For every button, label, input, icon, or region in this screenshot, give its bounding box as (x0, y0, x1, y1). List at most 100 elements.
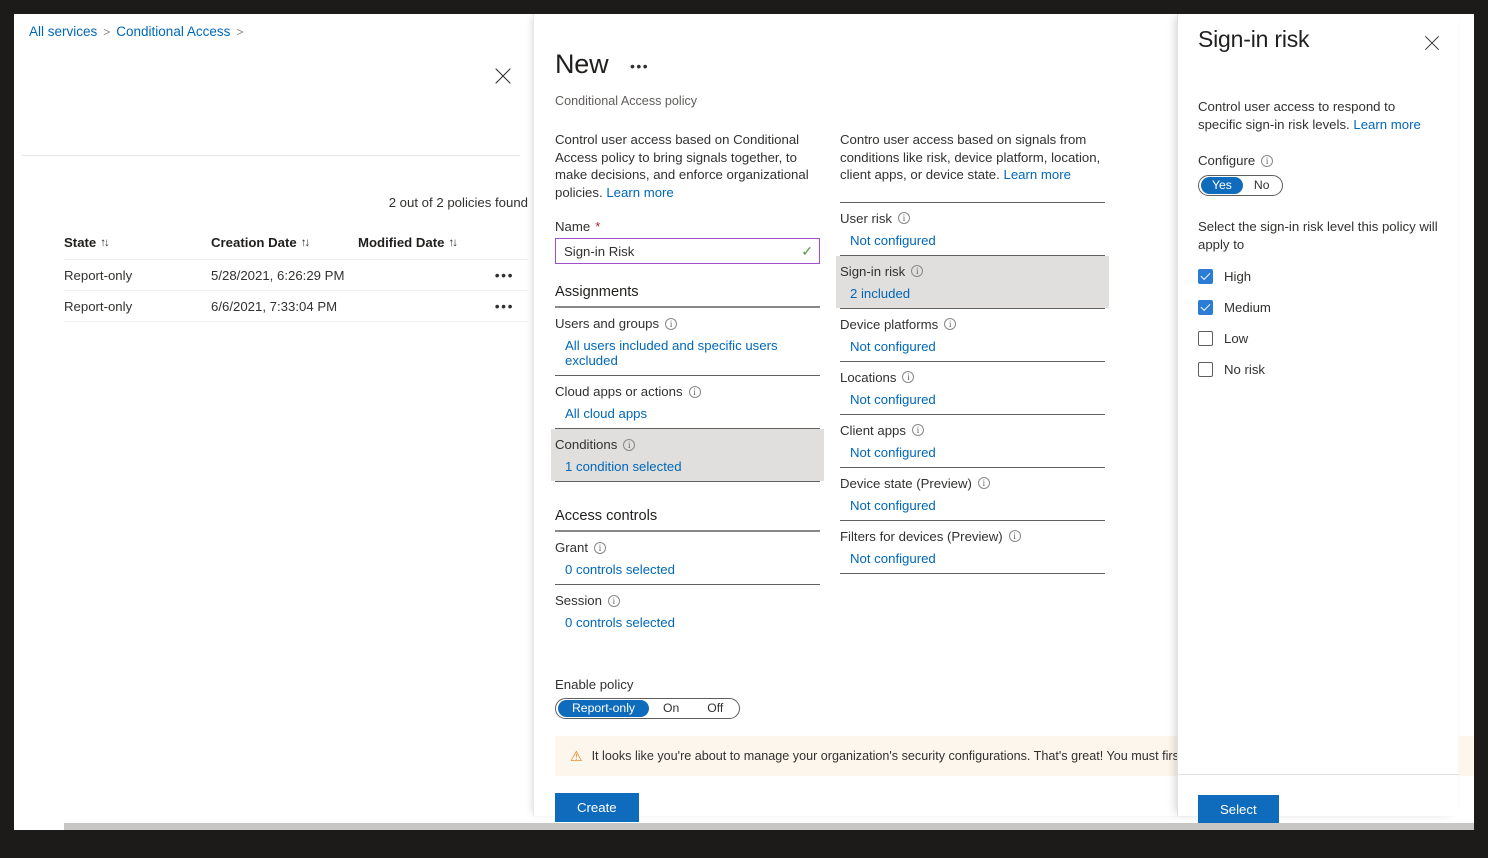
sign-in-risk-panel-body: Control user access to respond to specif… (1198, 98, 1438, 377)
conditions-learn-more-link[interactable]: Learn more (1003, 167, 1070, 182)
info-icon[interactable]: i (898, 212, 911, 224)
risk-level-medium[interactable]: Medium (1198, 300, 1438, 315)
name-input-wrapper[interactable]: ✓ (555, 238, 820, 264)
access-control-session[interactable]: Session i 0 controls selected (555, 585, 820, 637)
cell-state: Report-only (64, 267, 133, 283)
condition-label-row: Device platforms i (840, 317, 1105, 332)
column-header-state[interactable]: State ↑↓ (64, 235, 211, 250)
assignment-label: Conditions (555, 437, 618, 452)
cell-creation-date: 5/28/2021, 6:26:29 PM (211, 267, 345, 283)
valid-check-icon: ✓ (801, 243, 813, 259)
condition-device-state[interactable]: Device state (Preview) i Not configured (840, 468, 1105, 520)
configure-option-no[interactable]: No (1243, 177, 1281, 194)
conditions-description: Contro user access based on signals from… (840, 131, 1105, 184)
configure-label: Configure (1198, 153, 1256, 168)
access-control-value[interactable]: 0 controls selected (555, 555, 820, 578)
assignment-value[interactable]: All cloud apps (555, 399, 820, 422)
assignment-label-row: Cloud apps or actions i (555, 384, 820, 399)
condition-label-row: User risk i (840, 211, 1105, 226)
select-button[interactable]: Select (1198, 795, 1279, 824)
assignment-value[interactable]: 1 condition selected (555, 452, 820, 475)
cell-state: Report-only (64, 298, 133, 314)
learn-more-link[interactable]: Learn more (1353, 117, 1420, 132)
name-input[interactable] (564, 243, 802, 259)
enable-policy-section: Enable policy Report-only On Off (555, 677, 1195, 719)
table-row[interactable]: Report-only 5/28/2021, 6:26:29 PM ••• (64, 260, 528, 291)
row-context-menu-icon[interactable]: ••• (495, 267, 528, 283)
condition-label-row: Device state (Preview) i (840, 476, 1105, 491)
info-icon[interactable]: i (977, 477, 990, 489)
info-icon[interactable]: i (911, 424, 924, 436)
info-icon[interactable]: i (688, 385, 701, 398)
checkbox-no-risk[interactable] (1198, 362, 1213, 377)
condition-label: Filters for devices (Preview) (840, 528, 1003, 544)
condition-value[interactable]: Not configured (840, 544, 1105, 567)
enable-option-off[interactable]: Off (693, 700, 737, 717)
info-icon[interactable]: i (607, 594, 620, 607)
enable-policy-toggle[interactable]: Report-only On Off (555, 698, 741, 719)
info-icon[interactable]: i (665, 317, 678, 330)
close-icon[interactable] (492, 65, 514, 87)
condition-value[interactable]: 2 included (840, 279, 1105, 302)
warning-icon: ⚠ (570, 748, 583, 764)
breadcrumb-item-conditional-access[interactable]: Conditional Access (116, 24, 230, 39)
table-row[interactable]: Report-only 6/6/2021, 7:33:04 PM ••• (64, 291, 528, 322)
create-button[interactable]: Create (555, 793, 639, 822)
column-header-creation-date[interactable]: Creation Date ↑↓ (211, 235, 358, 250)
condition-value[interactable]: Not configured (840, 385, 1105, 408)
assignments-column: Control user access based on Conditional… (551, 131, 824, 637)
info-icon[interactable]: i (623, 438, 636, 451)
condition-value[interactable]: Not configured (840, 491, 1105, 514)
table-header-row: State ↑↓ Creation Date ↑↓ Modified Date … (64, 226, 528, 260)
azure-portal-window: All services > Conditional Access > 2 ou… (14, 14, 1474, 830)
checkbox-low[interactable] (1198, 331, 1213, 346)
breadcrumb-separator-icon-2: > (236, 24, 244, 39)
condition-label: Locations (840, 369, 897, 385)
page-title: New (555, 49, 609, 79)
condition-user-risk[interactable]: User risk i Not configured (840, 203, 1105, 255)
assignment-conditions[interactable]: Conditions i 1 condition selected (551, 429, 824, 481)
condition-value[interactable]: Not configured (840, 438, 1105, 461)
info-icon[interactable]: i (1008, 530, 1021, 542)
assignment-value[interactable]: All users included and specific users ex… (555, 331, 820, 369)
checkbox-medium[interactable] (1198, 300, 1213, 315)
risk-level-low[interactable]: Low (1198, 331, 1438, 346)
info-icon[interactable]: i (593, 541, 606, 554)
required-asterisk: * (595, 219, 601, 234)
access-control-grant[interactable]: Grant i 0 controls selected (555, 532, 820, 584)
panel-footer-divider (1178, 774, 1459, 775)
risk-level-high[interactable]: High (1198, 269, 1438, 284)
condition-device-platforms[interactable]: Device platforms i Not configured (840, 309, 1105, 361)
condition-value[interactable]: Not configured (840, 226, 1105, 249)
access-control-value[interactable]: 0 controls selected (555, 608, 820, 631)
access-control-label-row: Grant i (555, 540, 820, 555)
horizontal-scrollbar[interactable] (64, 823, 1474, 830)
enable-option-report-only[interactable]: Report-only (558, 700, 649, 717)
breadcrumb-item-all-services[interactable]: All services (29, 24, 97, 39)
assignment-users-and-groups[interactable]: Users and groups i All users included an… (555, 308, 820, 375)
info-icon[interactable]: i (1261, 154, 1274, 167)
condition-client-apps[interactable]: Client apps i Not configured (840, 415, 1105, 467)
info-icon[interactable]: i (911, 265, 924, 277)
row-context-menu-icon[interactable]: ••• (495, 298, 528, 314)
condition-label-row: Locations i (840, 370, 1105, 385)
checkbox-high[interactable] (1198, 269, 1213, 284)
risk-level-no-risk[interactable]: No risk (1198, 362, 1438, 377)
configure-toggle[interactable]: Yes No (1198, 175, 1284, 196)
condition-sign-in-risk[interactable]: Sign-in risk i 2 included (836, 255, 1109, 308)
condition-value[interactable]: Not configured (840, 332, 1105, 355)
configure-option-yes[interactable]: Yes (1201, 177, 1243, 194)
breadcrumb: All services > Conditional Access > (29, 24, 243, 39)
column-header-state-label: State (64, 235, 97, 250)
close-icon[interactable] (1422, 33, 1442, 53)
policy-description: Control user access based on Conditional… (555, 131, 820, 201)
column-header-modified-date[interactable]: Modified Date ↑↓ (358, 235, 478, 250)
assignment-cloud-apps-or-actions[interactable]: Cloud apps or actions i All cloud apps (555, 376, 820, 428)
learn-more-link[interactable]: Learn more (606, 185, 673, 200)
condition-locations[interactable]: Locations i Not configured (840, 362, 1105, 414)
info-icon[interactable]: i (944, 318, 957, 330)
condition-filters-for-devices[interactable]: Filters for devices (Preview) i Not conf… (840, 521, 1105, 573)
info-icon[interactable]: i (902, 371, 915, 383)
enable-option-on[interactable]: On (649, 700, 693, 717)
more-actions-icon[interactable]: ••• (630, 58, 649, 74)
